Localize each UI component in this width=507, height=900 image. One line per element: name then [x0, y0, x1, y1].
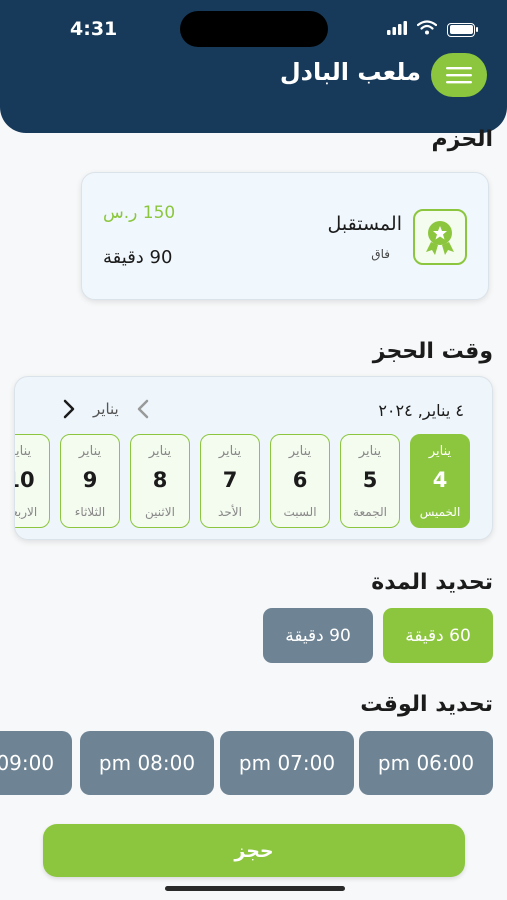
page-title: ملعب البادل [279, 58, 421, 86]
chevron-right-icon[interactable] [59, 397, 79, 421]
day-weekday: الخميس [419, 505, 461, 519]
month-navigation: يناير [59, 397, 153, 421]
day-month: يناير [15, 444, 32, 459]
day-number: 5 [362, 468, 378, 492]
packages-title: الحزم [431, 127, 493, 152]
app-header: 4:31 ملعب البادل [0, 0, 507, 133]
package-price: 150 ر.س [103, 203, 176, 223]
day-weekday: الثلاثاء [74, 505, 106, 519]
duration-option-90[interactable]: 90 دقيقة [263, 608, 373, 663]
duration-option-60[interactable]: 60 دقيقة [383, 608, 493, 663]
day-item[interactable]: يناير 8 الاثنين [130, 434, 190, 528]
home-indicator [165, 886, 345, 891]
day-month: يناير [218, 444, 242, 459]
calendar-card: ٤ يناير, ٢٠٢٤ يناير يناير 4 الخميس يناير… [14, 376, 493, 540]
time-slot[interactable]: pm 09:00 [0, 731, 72, 795]
package-level: فاق [371, 247, 390, 261]
day-number: 6 [292, 468, 308, 492]
day-number: 10 [15, 468, 35, 492]
day-number: 9 [82, 468, 98, 492]
package-duration: 90 دقيقة [103, 247, 173, 268]
booking-time-title: وقت الحجز [372, 339, 493, 364]
day-weekday: السبت [283, 505, 317, 519]
day-month: يناير [428, 444, 452, 459]
battery-icon [447, 22, 478, 37]
day-item[interactable]: يناير 4 الخميس [410, 434, 470, 528]
package-name: المستقبل [327, 213, 402, 235]
day-month: يناير [148, 444, 172, 459]
day-item[interactable]: يناير 7 الأحد [200, 434, 260, 528]
day-number: 4 [432, 468, 448, 492]
time-slot-list: pm 06:00 pm 07:00 pm 08:00 pm 09:00 [0, 731, 507, 797]
day-weekday: الجمعة [353, 505, 387, 519]
hamburger-icon [446, 67, 472, 84]
day-month: يناير [358, 444, 382, 459]
current-date: ٤ يناير, ٢٠٢٤ [378, 401, 464, 420]
day-number: 7 [222, 468, 238, 492]
day-weekday: الاربعاء [15, 505, 38, 519]
day-weekday: الاثنين [145, 505, 175, 519]
dynamic-island [180, 11, 328, 47]
day-month: يناير [78, 444, 102, 459]
day-number: 8 [152, 468, 168, 492]
day-item[interactable]: يناير 6 السبت [270, 434, 330, 528]
month-label: يناير [93, 400, 119, 418]
day-list: يناير 4 الخميس يناير 5 الجمعة يناير 6 ال… [15, 434, 470, 528]
day-item[interactable]: يناير 10 الاربعاء [15, 434, 50, 528]
duration-options: 60 دقيقة 90 دقيقة [263, 608, 493, 663]
day-weekday: الأحد [218, 505, 242, 519]
day-item[interactable]: يناير 9 الثلاثاء [60, 434, 120, 528]
time-slot[interactable]: pm 08:00 [80, 731, 214, 795]
time-slot[interactable]: pm 06:00 [359, 731, 493, 795]
status-icons [387, 20, 478, 39]
menu-button[interactable] [431, 53, 487, 97]
package-card[interactable]: المستقبل فاق 150 ر.س 90 دقيقة [81, 172, 489, 300]
day-month: يناير [288, 444, 312, 459]
signal-icon [387, 20, 407, 39]
award-badge-icon [413, 209, 467, 265]
wifi-icon [416, 20, 438, 39]
status-time: 4:31 [70, 18, 118, 40]
time-selection-title: تحديد الوقت [360, 692, 493, 717]
book-button[interactable]: حجز [43, 824, 465, 877]
duration-title: تحديد المدة [371, 570, 493, 595]
time-slot[interactable]: pm 07:00 [220, 731, 354, 795]
chevron-left-icon[interactable] [133, 397, 153, 421]
day-item[interactable]: يناير 5 الجمعة [340, 434, 400, 528]
